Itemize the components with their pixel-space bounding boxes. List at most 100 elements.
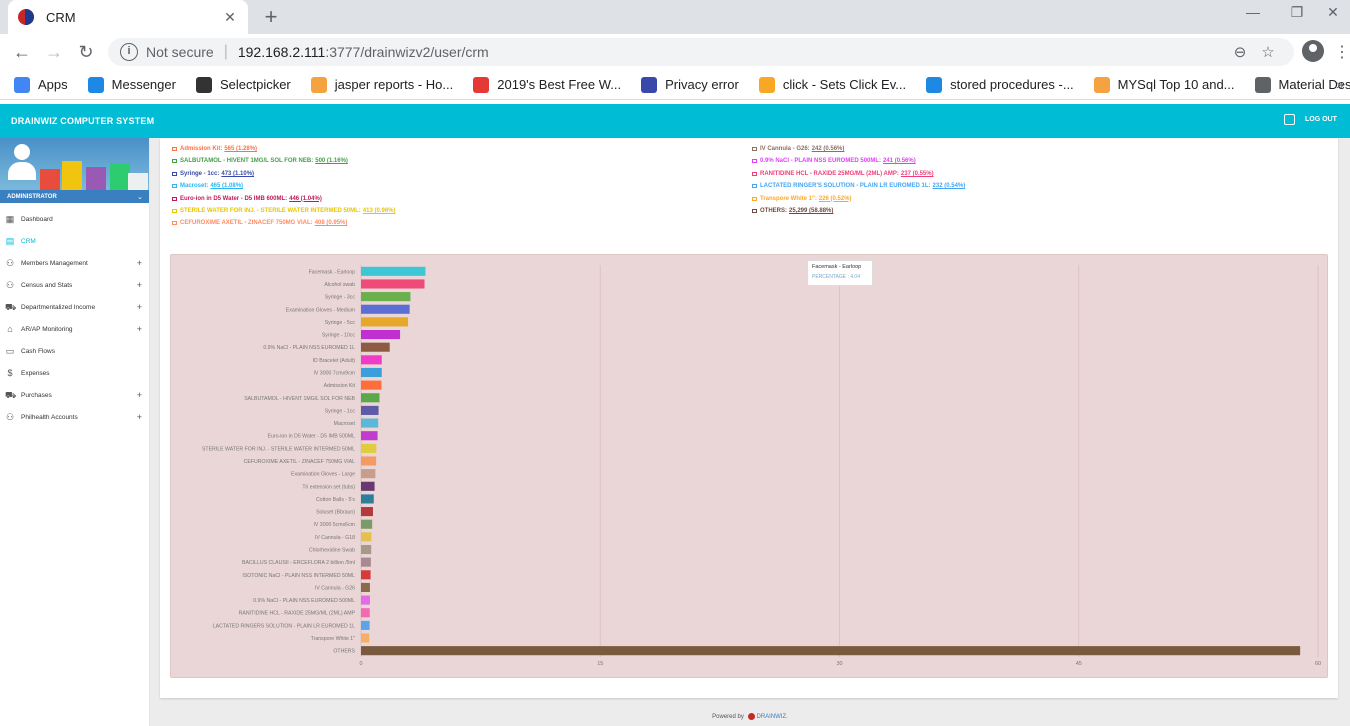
sidebar-item-expenses[interactable]: $ Expenses bbox=[0, 362, 149, 384]
bookmark-item[interactable]: Selectpicker bbox=[195, 76, 291, 93]
legend-item[interactable]: Transpore White 1": 226 (0.52%) bbox=[752, 196, 852, 202]
legend-value[interactable]: 241 (0.56%) bbox=[883, 158, 916, 164]
legend-item[interactable]: 0.9% NaCl - PLAIN NSS EUROMED 500ML: 241 … bbox=[752, 158, 916, 164]
reload-icon[interactable]: ↻ bbox=[70, 42, 102, 63]
expand-plus-icon[interactable]: + bbox=[137, 280, 142, 290]
bar[interactable] bbox=[361, 620, 370, 630]
profile-avatar-icon[interactable] bbox=[1302, 40, 1324, 62]
bookmark-item[interactable]: 2019's Best Free W... bbox=[473, 76, 621, 93]
expand-plus-icon[interactable]: + bbox=[137, 258, 142, 268]
bar[interactable] bbox=[361, 519, 373, 529]
legend-value[interactable]: 500 (1.16%) bbox=[315, 158, 348, 164]
bar[interactable] bbox=[361, 570, 371, 580]
legend-value[interactable]: 408 (0.95%) bbox=[315, 220, 348, 226]
bookmark-item[interactable]: stored procedures -... bbox=[926, 76, 1074, 93]
legend-value[interactable]: 413 (0.96%) bbox=[363, 208, 396, 214]
legend-item[interactable]: OTHERS: 25,299 (58.88%) bbox=[752, 208, 833, 214]
bar[interactable] bbox=[361, 393, 380, 403]
forward-icon[interactable]: → bbox=[38, 42, 70, 63]
bar[interactable] bbox=[361, 469, 376, 479]
bar[interactable] bbox=[361, 544, 372, 555]
minimize-icon[interactable]: — bbox=[1230, 4, 1276, 20]
sidebar-item-dashboard[interactable]: ▦ Dashboard bbox=[0, 208, 149, 230]
sidebar-item-purchases[interactable]: ⛟ Purchases + bbox=[0, 384, 149, 406]
bar[interactable] bbox=[361, 317, 409, 327]
url-text[interactable]: 192.168.2.111:3777/drainwizv2/user/crm bbox=[238, 44, 1226, 60]
bar[interactable] bbox=[361, 633, 370, 643]
expand-plus-icon[interactable]: + bbox=[137, 412, 142, 422]
bar[interactable] bbox=[361, 494, 374, 504]
sidebar-item-members-management[interactable]: ⚇ Members Management + bbox=[0, 252, 149, 274]
bookmark-item[interactable]: Apps bbox=[14, 76, 68, 93]
close-window-icon[interactable]: ✕ bbox=[1316, 4, 1350, 21]
back-icon[interactable]: ← bbox=[6, 42, 38, 63]
sidebar-item-ar-ap-monitoring[interactable]: ⌂ AR/AP Monitoring + bbox=[0, 318, 149, 340]
legend-item[interactable]: Euro-ion in D5 Water - D5 IMB 600ML: 446 … bbox=[172, 196, 322, 202]
info-icon[interactable]: i bbox=[120, 43, 138, 61]
bar[interactable] bbox=[361, 507, 373, 517]
legend-value[interactable]: 226 (0.52%) bbox=[819, 196, 852, 202]
bookmark-item[interactable]: Messenger bbox=[87, 76, 176, 93]
bar[interactable] bbox=[361, 355, 382, 365]
browser-menu-icon[interactable]: ⋮ bbox=[1334, 42, 1350, 62]
expand-plus-icon[interactable]: + bbox=[137, 324, 142, 334]
bar[interactable] bbox=[361, 405, 379, 415]
legend-item[interactable]: IV Cannula - G26: 242 (0.56%) bbox=[752, 146, 844, 152]
sidebar-item-departmentalized-income[interactable]: ⛟ Departmentalized Income + bbox=[0, 296, 149, 318]
legend-value[interactable]: 25,299 (58.88%) bbox=[789, 208, 833, 214]
bar[interactable] bbox=[361, 380, 382, 390]
zoom-icon[interactable]: ⊖ bbox=[1226, 43, 1254, 61]
bar[interactable] bbox=[361, 418, 379, 428]
legend-item[interactable]: Macroset: 465 (1.08%) bbox=[172, 183, 243, 189]
bar[interactable] bbox=[361, 329, 401, 340]
legend-value[interactable]: 242 (0.56%) bbox=[812, 146, 845, 152]
more-bookmarks-icon[interactable]: » bbox=[1336, 76, 1344, 92]
address-bar[interactable]: i Not secure | 192.168.2.111:3777/drainw… bbox=[108, 38, 1294, 66]
expand-plus-icon[interactable]: + bbox=[137, 302, 142, 312]
bar[interactable] bbox=[361, 532, 372, 542]
bar[interactable] bbox=[361, 279, 425, 289]
bar[interactable] bbox=[361, 443, 377, 453]
legend-item[interactable]: Admission Kit: 565 (1.28%) bbox=[172, 146, 257, 152]
bookmark-item[interactable]: Privacy error bbox=[641, 76, 739, 93]
bar[interactable] bbox=[361, 367, 382, 378]
legend-item[interactable]: Syringe - 1cc: 473 (1.10%) bbox=[172, 171, 254, 177]
restore-icon[interactable]: ❐ bbox=[1274, 4, 1320, 21]
legend-value[interactable]: 446 (1.04%) bbox=[289, 196, 322, 202]
bar[interactable] bbox=[361, 304, 410, 314]
legend-value[interactable]: 565 (1.28%) bbox=[224, 146, 257, 152]
expand-plus-icon[interactable]: + bbox=[137, 390, 142, 400]
bar[interactable] bbox=[361, 266, 426, 276]
logout-button[interactable]: LOG OUT bbox=[1284, 114, 1337, 125]
bar[interactable] bbox=[361, 646, 1301, 656]
sidebar-item-philhealth-accounts[interactable]: ⚇ Philhealth Accounts + bbox=[0, 406, 149, 428]
legend-item[interactable]: LACTATED RINGER'S SOLUTION - PLAIN LR EU… bbox=[752, 183, 965, 189]
legend-item[interactable]: RANITIDINE HCL - RAXIDE 25MG/ML (2ML) AM… bbox=[752, 171, 934, 177]
browser-tab[interactable]: CRM ✕ bbox=[8, 0, 248, 34]
bar[interactable] bbox=[361, 342, 390, 352]
bookmark-star-icon[interactable]: ☆ bbox=[1254, 43, 1282, 61]
legend-item[interactable]: CEFUROXIME AXETIL - ZINACEF 750MG VIAL: 4… bbox=[172, 220, 347, 226]
legend-value[interactable]: 473 (1.10%) bbox=[221, 171, 254, 177]
role-dropdown[interactable]: ADMINISTRATOR ⌄ bbox=[0, 190, 149, 203]
close-tab-icon[interactable]: ✕ bbox=[222, 9, 238, 26]
bar[interactable] bbox=[361, 595, 370, 605]
sidebar-item-census-and-stats[interactable]: ⚇ Census and Stats + bbox=[0, 274, 149, 296]
legend-value[interactable]: 237 (0.55%) bbox=[901, 171, 934, 177]
sidebar-item-cash-flows[interactable]: ▭ Cash Flows bbox=[0, 340, 149, 362]
bar[interactable] bbox=[361, 557, 371, 567]
footer-brand[interactable]: DRAINWIZ. bbox=[757, 714, 788, 720]
bar[interactable] bbox=[361, 431, 378, 441]
bar[interactable] bbox=[361, 456, 377, 466]
sidebar-item-crm[interactable]: ▤ CRM bbox=[0, 230, 149, 252]
legend-value[interactable]: 232 (0.54%) bbox=[933, 183, 966, 189]
bar[interactable] bbox=[361, 608, 370, 618]
bookmark-item[interactable]: click - Sets Click Ev... bbox=[758, 76, 906, 93]
bar[interactable] bbox=[361, 582, 370, 593]
bookmark-item[interactable]: jasper reports - Ho... bbox=[310, 76, 453, 93]
bar[interactable] bbox=[361, 292, 411, 302]
new-tab-icon[interactable]: + bbox=[258, 4, 284, 30]
legend-item[interactable]: STERILE WATER FOR INJ. - STERILE WATER I… bbox=[172, 208, 395, 214]
legend-value[interactable]: 465 (1.08%) bbox=[210, 183, 243, 189]
bookmark-item[interactable]: MYSql Top 10 and... bbox=[1093, 76, 1235, 93]
